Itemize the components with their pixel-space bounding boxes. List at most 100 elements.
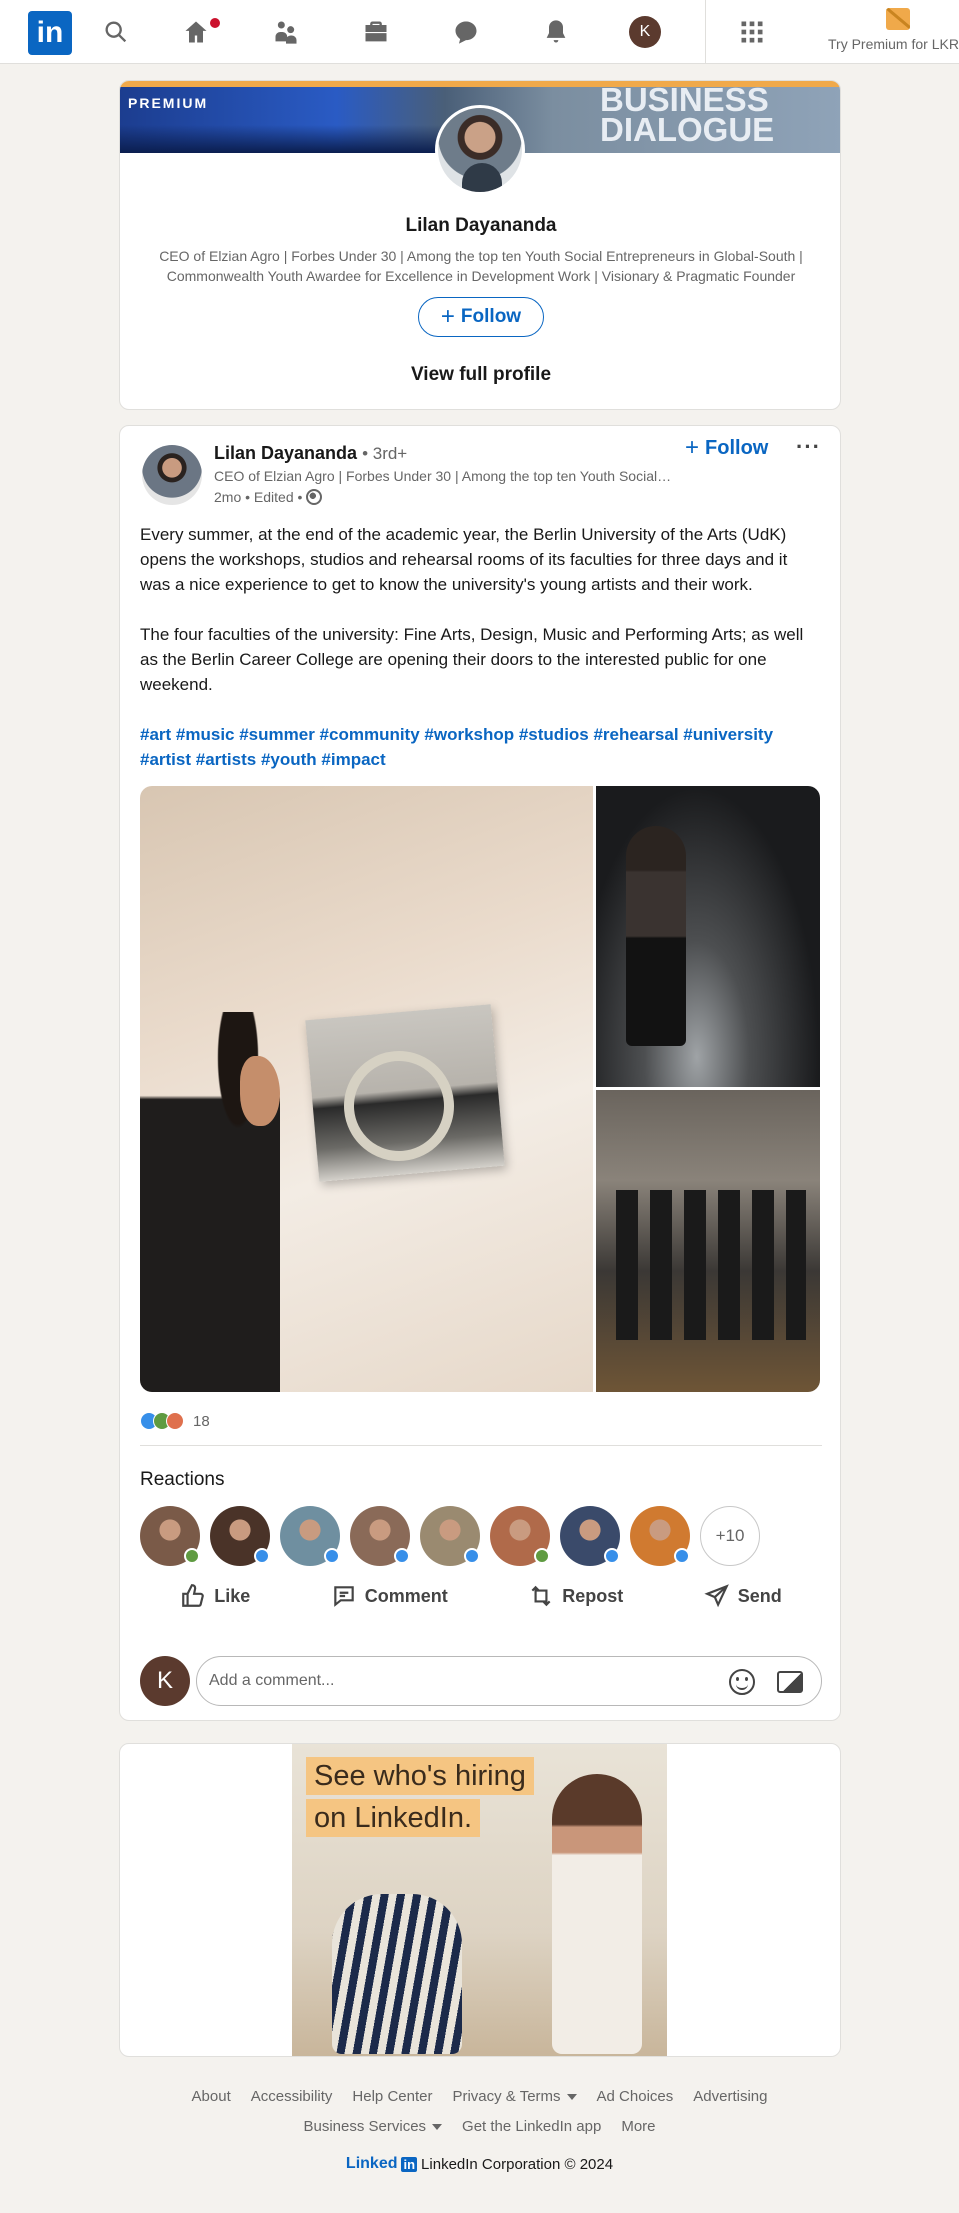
- ad-card: See who's hiring on LinkedIn.: [119, 1743, 841, 2057]
- footer-link-label: Privacy & Terms: [452, 2088, 561, 2105]
- like-label: Like: [214, 1585, 251, 1606]
- send-icon: [704, 1584, 729, 1608]
- reactions-heading: Reactions: [140, 1469, 225, 1490]
- profile-avatar[interactable]: [435, 105, 525, 195]
- footer-link-label: About: [191, 2088, 231, 2105]
- reactor-avatar[interactable]: [560, 1506, 620, 1566]
- profile-card: PREMIUM BUSINESS DIALOGUE Lilan Dayanand…: [119, 80, 841, 410]
- follow-button[interactable]: + Follow: [418, 297, 544, 337]
- reaction-summary[interactable]: 18: [140, 1412, 210, 1430]
- reactor-avatar[interactable]: [210, 1506, 270, 1566]
- footer-link[interactable]: Accessibility: [251, 2082, 333, 2112]
- footer-link[interactable]: Advertising: [693, 2082, 767, 2112]
- repost-button[interactable]: Repost: [528, 1576, 623, 1616]
- jobs-icon[interactable]: [358, 14, 394, 50]
- footer-link-label: More: [621, 2118, 656, 2135]
- divider: [140, 1445, 822, 1446]
- reaction-count[interactable]: 18: [193, 1413, 210, 1430]
- reactor-avatar[interactable]: [140, 1506, 200, 1566]
- footer-link-label: Ad Choices: [596, 2088, 674, 2105]
- search-icon[interactable]: [98, 14, 134, 50]
- global-nav: in K Try Premium for LKR0: [0, 0, 959, 64]
- reactor-avatar[interactable]: [630, 1506, 690, 1566]
- premium-label: PREMIUM: [128, 95, 209, 111]
- emoji-icon[interactable]: [729, 1669, 755, 1695]
- notification-badge: [208, 16, 222, 30]
- send-label: Send: [737, 1585, 782, 1606]
- commenter-avatar[interactable]: K: [140, 1656, 190, 1706]
- banner-crowd-image: [120, 125, 450, 153]
- notifications-icon[interactable]: [538, 14, 574, 50]
- footer-brand: Linked: [345, 2155, 398, 2172]
- footer: About Accessibility Help Center Privacy & T…: [0, 2082, 959, 2142]
- plus-icon: +: [685, 434, 700, 461]
- post-paragraph: Every summer, at the end of the academic…: [140, 525, 788, 594]
- post-image-visitors[interactable]: [596, 1090, 820, 1392]
- footer-link[interactable]: Privacy & Terms: [452, 2082, 577, 2112]
- reaction-badge-icon: [184, 1548, 200, 1564]
- author-name-text[interactable]: Lilan Dayananda: [214, 443, 357, 463]
- post-hashtags[interactable]: #art #music #summer #community #workshop…: [140, 722, 822, 772]
- post-meta: 2mo • Edited •: [214, 489, 323, 505]
- post-image-gallery: [140, 786, 820, 1392]
- connection-degree: • 3rd+: [362, 444, 408, 463]
- footer-link[interactable]: Business Services: [303, 2112, 443, 2142]
- footer-link[interactable]: Help Center: [352, 2082, 432, 2112]
- footer-link[interactable]: Ad Choices: [597, 2082, 674, 2112]
- footer-brand-in: in: [401, 2156, 418, 2172]
- footer-link-label: Get the LinkedIn app: [462, 2118, 602, 2135]
- comment-input[interactable]: [209, 1669, 709, 1693]
- like-button[interactable]: Like: [180, 1576, 250, 1616]
- try-premium-link[interactable]: Try Premium for LKR0: [828, 36, 959, 52]
- footer-link[interactable]: More: [621, 2112, 655, 2142]
- footer-links-row: About Accessibility Help Center Privacy & T…: [0, 2082, 959, 2112]
- more-reactors-button[interactable]: +10: [700, 1506, 760, 1566]
- ad-person-figure: [552, 1774, 642, 2054]
- ad-headline-line: See who's hiring: [306, 1757, 534, 1795]
- more-options-icon[interactable]: ···: [796, 434, 821, 460]
- my-network-icon[interactable]: [268, 14, 304, 50]
- reaction-badge-icon: [534, 1548, 550, 1564]
- comment-label: Comment: [364, 1585, 448, 1606]
- profile-name[interactable]: Lilan Dayananda: [120, 215, 840, 237]
- post-actions: Like Comment Repost Send: [140, 1576, 822, 1616]
- chevron-down-icon: [432, 2124, 443, 2131]
- post-image-dancer[interactable]: [596, 786, 820, 1087]
- comment-box[interactable]: [196, 1656, 822, 1706]
- post-time: 2mo • Edited •: [214, 489, 303, 505]
- post-follow-button[interactable]: + Follow: [685, 436, 768, 460]
- image-icon[interactable]: [777, 1671, 803, 1693]
- reactor-avatar[interactable]: [350, 1506, 410, 1566]
- hiring-ad-image[interactable]: See who's hiring on LinkedIn.: [292, 1744, 667, 2056]
- footer-link[interactable]: About: [192, 2082, 231, 2112]
- reaction-badge-icon: [254, 1548, 270, 1564]
- post-image-gallery-artwork[interactable]: [140, 786, 593, 1392]
- view-full-profile-link[interactable]: View full profile: [120, 364, 840, 386]
- linkedin-logo[interactable]: in: [28, 11, 72, 55]
- reaction-badge-icon: [674, 1548, 690, 1564]
- author-name[interactable]: Lilan Dayananda • 3rd+: [214, 443, 407, 464]
- send-button[interactable]: Send: [704, 1576, 782, 1616]
- comment-button[interactable]: Comment: [331, 1576, 448, 1616]
- reactor-avatar[interactable]: [420, 1506, 480, 1566]
- reactor-avatar[interactable]: [280, 1506, 340, 1566]
- messaging-icon[interactable]: [448, 14, 484, 50]
- reaction-badge-icon: [324, 1548, 340, 1564]
- premium-icon[interactable]: [886, 8, 910, 30]
- ad-headline-line: on LinkedIn.: [306, 1799, 481, 1837]
- copyright: Linked in LinkedIn Corporation © 2024: [0, 2155, 959, 2173]
- visitors-group: [616, 1190, 806, 1340]
- footer-link[interactable]: Get the LinkedIn app: [462, 2112, 601, 2142]
- comment-icon: [333, 1586, 354, 1607]
- author-headline: CEO of Elzian Agro | Forbes Under 30 | A…: [214, 468, 674, 484]
- reaction-badge-icon: [394, 1548, 410, 1564]
- reactor-avatar[interactable]: [490, 1506, 550, 1566]
- me-avatar[interactable]: K: [629, 16, 661, 48]
- chevron-down-icon: [566, 2094, 577, 2101]
- celebrate-reaction-icon: [166, 1412, 184, 1430]
- work-grid-icon[interactable]: [734, 14, 770, 50]
- banner-text: BUSINESS DIALOGUE: [600, 83, 774, 146]
- copyright-text: LinkedIn Corporation © 2024: [421, 2155, 614, 2173]
- follow-label: Follow: [705, 436, 769, 459]
- author-avatar[interactable]: [142, 445, 202, 505]
